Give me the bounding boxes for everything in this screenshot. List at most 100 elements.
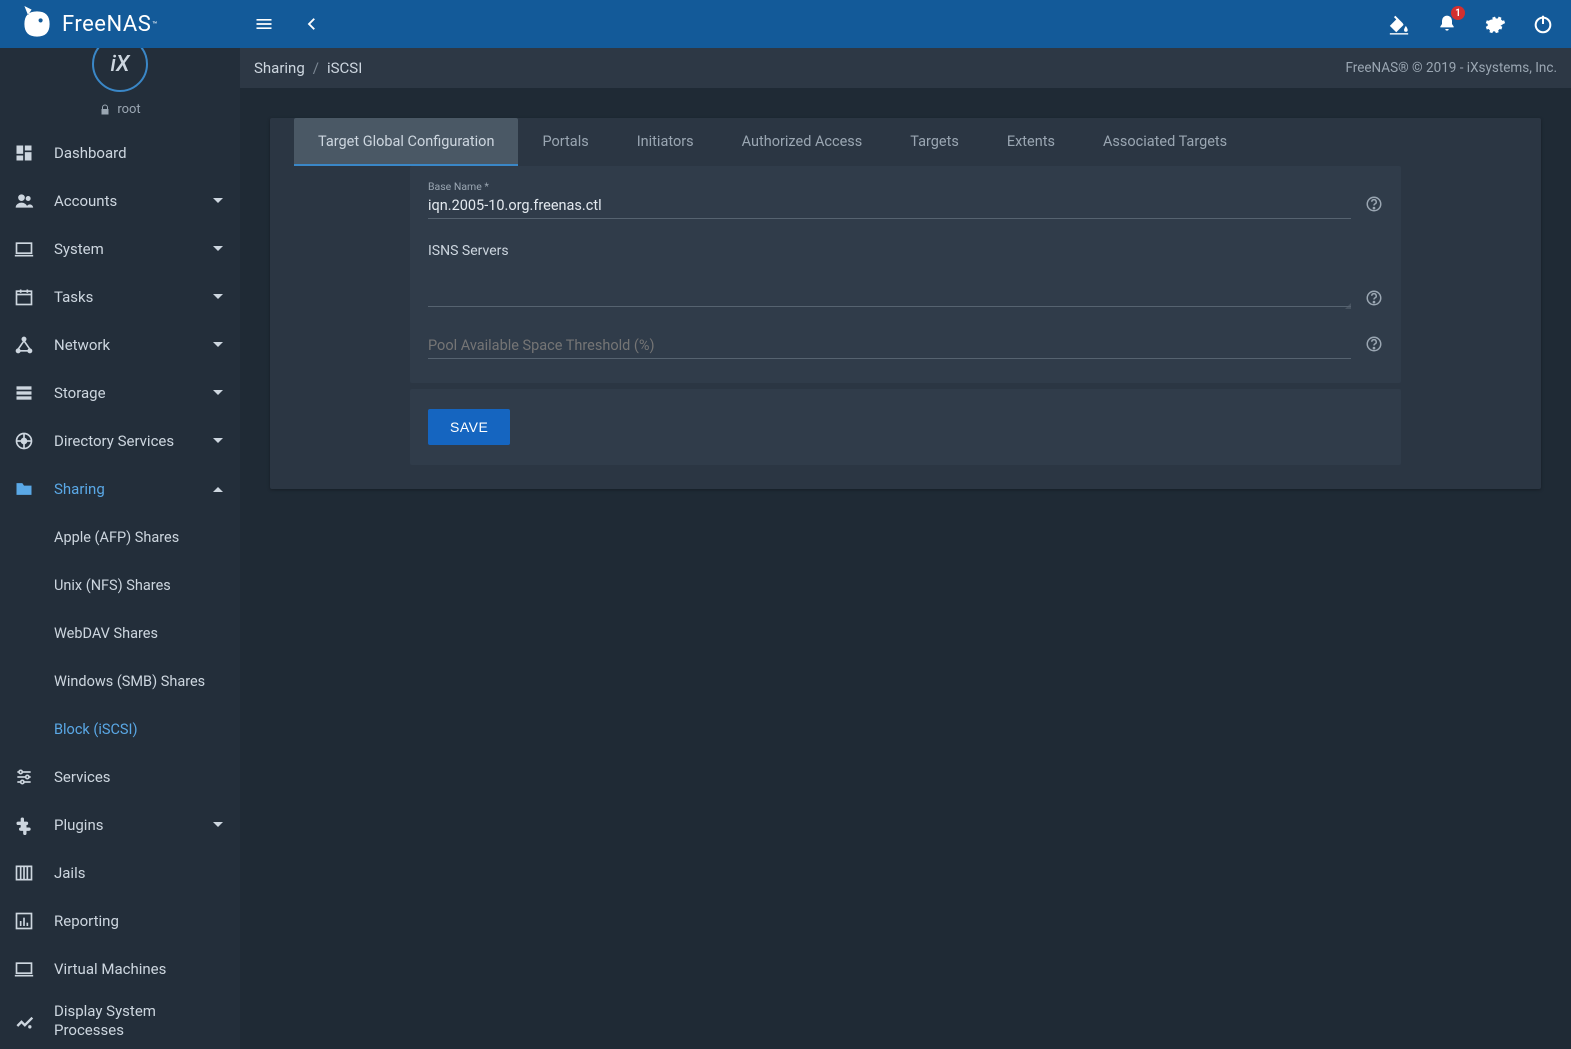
sidebar-item-network[interactable]: Network <box>0 321 240 369</box>
tab-global-config[interactable]: Target Global Configuration <box>294 118 518 166</box>
ix-avatar: iX <box>92 48 148 92</box>
caret-down-icon <box>213 820 223 830</box>
sidebar-sub-webdav[interactable]: WebDAV Shares <box>0 609 240 657</box>
pool-threshold-input[interactable] <box>428 335 1351 359</box>
tab-portals[interactable]: Portals <box>518 118 612 166</box>
caret-down-icon <box>213 244 223 254</box>
nav-label: Network <box>54 336 192 354</box>
caret-down-icon <box>213 340 223 350</box>
freenas-logo-icon <box>18 6 56 42</box>
tab-authorized-access[interactable]: Authorized Access <box>718 118 887 166</box>
sidebar-item-storage[interactable]: Storage <box>0 369 240 417</box>
nav-label: Storage <box>54 384 192 402</box>
isns-help[interactable] <box>1365 289 1383 307</box>
help-circle-icon <box>1365 195 1383 213</box>
nav-label: Directory Services <box>54 432 192 450</box>
sidebar-item-system[interactable]: System <box>0 225 240 273</box>
caret-down-icon <box>213 196 223 206</box>
form-panel: Base Name * ISNS Servers <box>410 166 1401 383</box>
sidebar-item-tasks[interactable]: Tasks <box>0 273 240 321</box>
nav-label: Virtual Machines <box>54 960 226 978</box>
breadcrumb-bar: Sharing / iSCSI FreeNAS® © 2019 - iXsyst… <box>240 48 1571 88</box>
topbar: FreeNAS™ 1 <box>0 0 1571 48</box>
hamburger-icon <box>254 14 274 34</box>
sidebar-item-sharing[interactable]: Sharing <box>0 465 240 513</box>
nav-label: Dashboard <box>54 144 226 162</box>
paint-bucket-icon <box>1388 13 1410 35</box>
base-name-input[interactable] <box>428 195 1351 219</box>
user-name: root <box>117 102 140 117</box>
laptop-icon <box>14 959 34 979</box>
isns-label: ISNS Servers <box>428 243 1383 259</box>
dashboard-icon <box>14 143 34 163</box>
isns-servers-input[interactable] <box>428 265 1351 307</box>
notification-badge: 1 <box>1451 6 1465 20</box>
nav-label: Services <box>54 768 226 786</box>
sidebar-item-virtual-machines[interactable]: Virtual Machines <box>0 945 240 993</box>
theme-button[interactable] <box>1375 0 1423 48</box>
tab-associated-targets[interactable]: Associated Targets <box>1079 118 1251 166</box>
notifications-button[interactable]: 1 <box>1423 0 1471 48</box>
caret-down-icon <box>213 292 223 302</box>
sidebar-item-directory-services[interactable]: Directory Services <box>0 417 240 465</box>
caret-up-icon <box>213 484 223 494</box>
sidebar-item-reporting[interactable]: Reporting <box>0 897 240 945</box>
nav-label: Sharing <box>54 480 192 498</box>
calendar-icon <box>14 287 34 307</box>
sidebar-item-dashboard[interactable]: Dashboard <box>0 129 240 177</box>
sidebar-sub-smb[interactable]: Windows (SMB) Shares <box>0 657 240 705</box>
sidebar-item-services[interactable]: Services <box>0 753 240 801</box>
base-name-help[interactable] <box>1365 195 1383 213</box>
collapse-sidebar-button[interactable] <box>288 0 336 48</box>
lock-icon <box>99 104 111 116</box>
chevron-left-icon <box>303 15 321 33</box>
sidebar-item-display-system-processes[interactable]: Display System Processes <box>0 993 240 1049</box>
nav-label: Jails <box>54 864 226 882</box>
user-name-line: root <box>99 102 140 117</box>
actions-panel: SAVE <box>410 389 1401 465</box>
sidebar-sub-nfs[interactable]: Unix (NFS) Shares <box>0 561 240 609</box>
brand-logo[interactable]: FreeNAS™ <box>0 0 240 48</box>
tab-extents[interactable]: Extents <box>983 118 1079 166</box>
sidebar-sub-afp[interactable]: Apple (AFP) Shares <box>0 513 240 561</box>
jail-icon <box>14 863 34 883</box>
nav-label: Tasks <box>54 288 192 306</box>
help-circle-icon <box>1365 289 1383 307</box>
menu-toggle-button[interactable] <box>240 0 288 48</box>
gear-icon <box>1484 13 1506 35</box>
extension-icon <box>14 815 34 835</box>
breadcrumb: Sharing / iSCSI <box>254 59 362 77</box>
support-icon <box>14 431 34 451</box>
breadcrumb-section[interactable]: Sharing <box>254 59 305 77</box>
pool-threshold-help[interactable] <box>1365 335 1383 353</box>
save-button[interactable]: SAVE <box>428 409 510 445</box>
user-block: iX root <box>0 48 240 125</box>
network-icon <box>14 335 34 355</box>
laptop-icon <box>14 239 34 259</box>
nav-label: Plugins <box>54 816 192 834</box>
storage-icon <box>14 383 34 403</box>
resize-handle-icon <box>1345 303 1351 309</box>
copyright-text: FreeNAS® © 2019 - iXsystems, Inc. <box>1345 60 1557 76</box>
build-icon <box>14 1011 34 1031</box>
caret-down-icon <box>213 388 223 398</box>
breadcrumb-page: iSCSI <box>327 59 362 77</box>
sidebar-sub-iscsi[interactable]: Block (iSCSI) <box>0 705 240 753</box>
brand-name: FreeNAS <box>62 12 151 37</box>
base-name-label: Base Name * <box>428 180 1383 193</box>
iscsi-card: Target Global Configuration Portals Init… <box>270 118 1541 489</box>
power-button[interactable] <box>1519 0 1567 48</box>
nav-label: System <box>54 240 192 258</box>
power-icon <box>1532 13 1554 35</box>
help-circle-icon <box>1365 335 1383 353</box>
caret-down-icon <box>213 436 223 446</box>
breadcrumb-sep: / <box>313 59 319 77</box>
sidebar-item-jails[interactable]: Jails <box>0 849 240 897</box>
folder-shared-icon <box>14 479 34 499</box>
tab-initiators[interactable]: Initiators <box>613 118 718 166</box>
sidebar-item-plugins[interactable]: Plugins <box>0 801 240 849</box>
settings-button[interactable] <box>1471 0 1519 48</box>
sidebar: iX root Dashboard Accounts S <box>0 48 240 1049</box>
sidebar-item-accounts[interactable]: Accounts <box>0 177 240 225</box>
tab-targets[interactable]: Targets <box>886 118 983 166</box>
